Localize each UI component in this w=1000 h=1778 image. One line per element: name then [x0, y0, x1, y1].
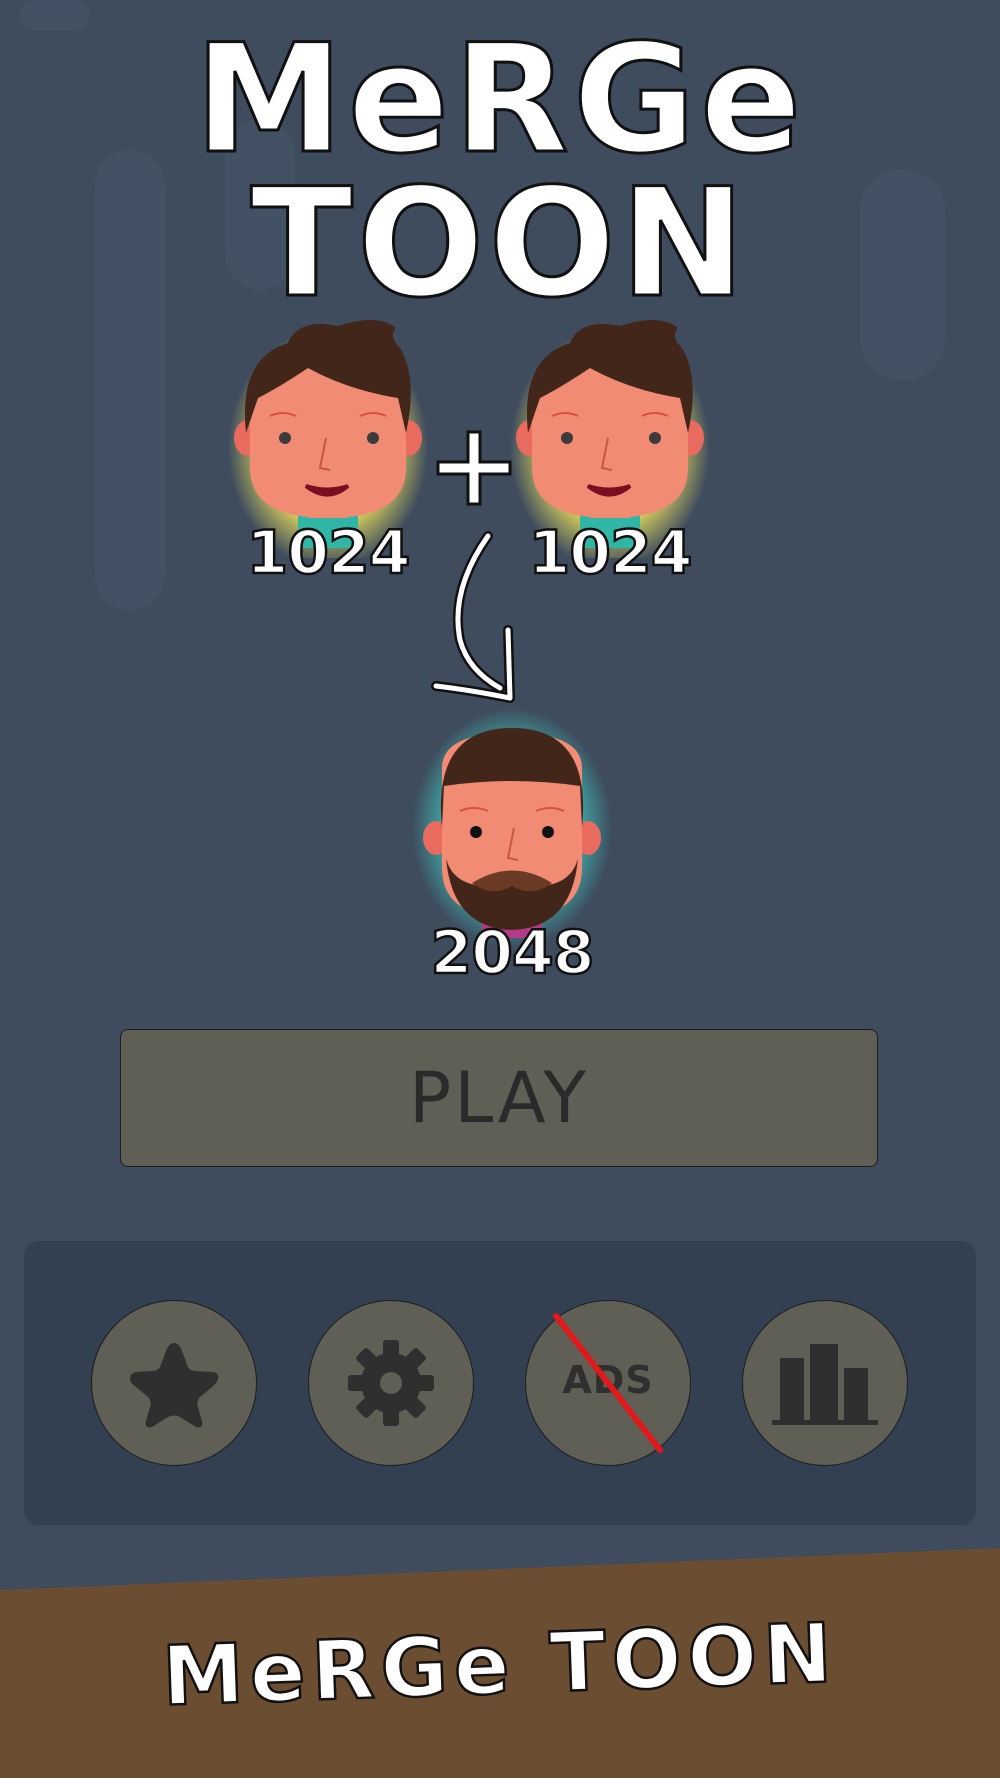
ground-banner — [0, 1548, 1000, 1778]
